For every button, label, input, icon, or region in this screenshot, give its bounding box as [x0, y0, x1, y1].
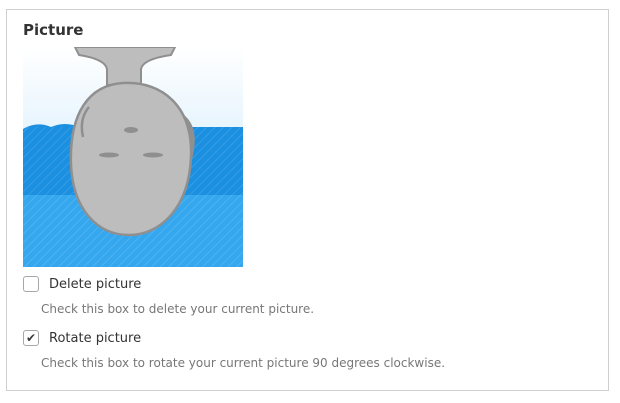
- picture-fieldset: Picture Delete picture Check this box to…: [6, 9, 609, 391]
- rotate-picture-option[interactable]: ✔ Rotate picture: [23, 330, 141, 346]
- checkmark-icon: ✔: [25, 331, 37, 345]
- delete-picture-description: Check this box to delete your current pi…: [41, 302, 315, 316]
- rotate-picture-checkbox[interactable]: ✔: [23, 330, 39, 346]
- delete-picture-label[interactable]: Delete picture: [49, 277, 141, 292]
- rotate-picture-description: Check this box to rotate your current pi…: [41, 356, 446, 370]
- delete-picture-checkbox[interactable]: [23, 276, 39, 292]
- delete-picture-option[interactable]: Delete picture: [23, 276, 141, 292]
- rotate-picture-label[interactable]: Rotate picture: [49, 331, 141, 346]
- current-picture-avatar: [23, 47, 243, 267]
- section-title: Picture: [23, 21, 84, 39]
